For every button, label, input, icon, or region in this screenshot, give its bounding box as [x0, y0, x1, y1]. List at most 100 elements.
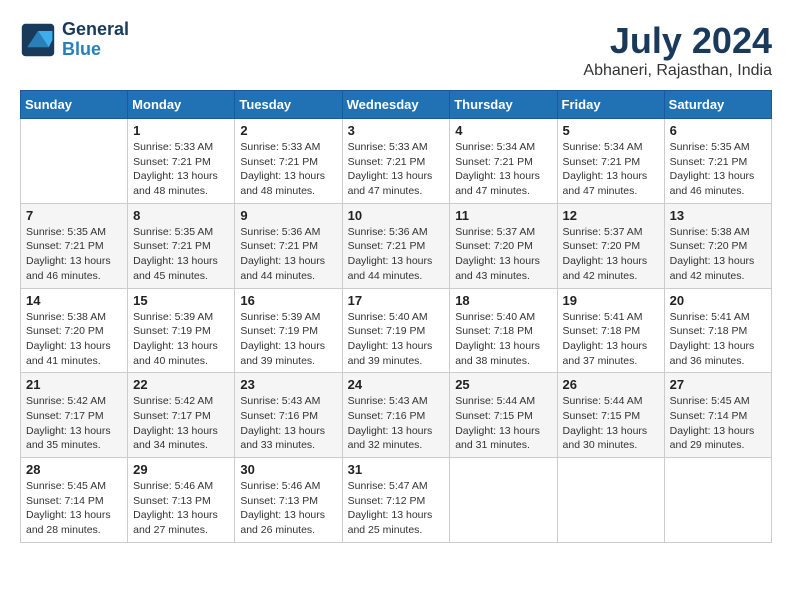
calendar-cell: 1 Sunrise: 5:33 AM Sunset: 7:21 PM Daylig… — [128, 119, 235, 204]
weekday-header-saturday: Saturday — [664, 91, 771, 119]
calendar-cell: 3 Sunrise: 5:33 AM Sunset: 7:21 PM Daylig… — [342, 119, 450, 204]
logo-line1: General — [62, 20, 129, 40]
day-number: 29 — [133, 462, 229, 477]
calendar-cell: 10 Sunrise: 5:36 AM Sunset: 7:21 PM Dayli… — [342, 203, 450, 288]
calendar-cell — [557, 458, 664, 543]
calendar-cell: 21 Sunrise: 5:42 AM Sunset: 7:17 PM Dayli… — [21, 373, 128, 458]
day-number: 11 — [455, 208, 551, 223]
day-number: 2 — [240, 123, 336, 138]
calendar-cell: 20 Sunrise: 5:41 AM Sunset: 7:18 PM Dayli… — [664, 288, 771, 373]
calendar-cell: 28Sunrise: 5:45 AM Sunset: 7:14 PM Dayli… — [21, 458, 128, 543]
calendar-cell: 8Sunrise: 5:35 AM Sunset: 7:21 PM Daylig… — [128, 203, 235, 288]
cell-info: Sunrise: 5:44 AM Sunset: 7:15 PM Dayligh… — [563, 394, 659, 453]
cell-info: Sunrise: 5:41 AM Sunset: 7:18 PM Dayligh… — [670, 310, 766, 369]
cell-info: Sunrise: 5:38 AM Sunset: 7:20 PM Dayligh… — [26, 310, 122, 369]
day-number: 5 — [563, 123, 659, 138]
cell-info: Sunrise: 5:35 AM Sunset: 7:21 PM Dayligh… — [670, 140, 766, 199]
cell-info: Sunrise: 5:33 AM Sunset: 7:21 PM Dayligh… — [240, 140, 336, 199]
calendar-table: SundayMondayTuesdayWednesdayThursdayFrid… — [20, 90, 772, 543]
calendar-cell: 18Sunrise: 5:40 AM Sunset: 7:18 PM Dayli… — [450, 288, 557, 373]
day-number: 31 — [348, 462, 445, 477]
day-number: 10 — [348, 208, 445, 223]
cell-info: Sunrise: 5:43 AM Sunset: 7:16 PM Dayligh… — [240, 394, 336, 453]
day-number: 6 — [670, 123, 766, 138]
weekday-header-friday: Friday — [557, 91, 664, 119]
calendar-header: SundayMondayTuesdayWednesdayThursdayFrid… — [21, 91, 772, 119]
day-number: 21 — [26, 377, 122, 392]
calendar-cell: 11 Sunrise: 5:37 AM Sunset: 7:20 PM Dayli… — [450, 203, 557, 288]
calendar-cell: 14 Sunrise: 5:38 AM Sunset: 7:20 PM Dayli… — [21, 288, 128, 373]
day-number: 24 — [348, 377, 445, 392]
day-number: 4 — [455, 123, 551, 138]
cell-info: Sunrise: 5:36 AM Sunset: 7:21 PM Dayligh… — [240, 225, 336, 284]
calendar-cell — [450, 458, 557, 543]
calendar-cell: 2 Sunrise: 5:33 AM Sunset: 7:21 PM Daylig… — [235, 119, 342, 204]
calendar-cell: 23 Sunrise: 5:43 AM Sunset: 7:16 PM Dayli… — [235, 373, 342, 458]
weekday-header-monday: Monday — [128, 91, 235, 119]
calendar-week-4: 21 Sunrise: 5:42 AM Sunset: 7:17 PM Dayli… — [21, 373, 772, 458]
calendar-cell: 26 Sunrise: 5:44 AM Sunset: 7:15 PM Dayli… — [557, 373, 664, 458]
month-year: July 2024 — [583, 20, 772, 62]
page-header: General Blue July 2024 Abhaneri, Rajasth… — [20, 20, 772, 80]
day-number: 7 — [26, 208, 122, 223]
calendar-cell: 4 Sunrise: 5:34 AM Sunset: 7:21 PM Daylig… — [450, 119, 557, 204]
calendar-cell: 31 Sunrise: 5:47 AM Sunset: 7:12 PM Dayli… — [342, 458, 450, 543]
day-number: 22 — [133, 377, 229, 392]
calendar-cell: 19Sunrise: 5:41 AM Sunset: 7:18 PM Dayli… — [557, 288, 664, 373]
day-number: 23 — [240, 377, 336, 392]
calendar-cell: 6 Sunrise: 5:35 AM Sunset: 7:21 PM Daylig… — [664, 119, 771, 204]
cell-info: Sunrise: 5:39 AM Sunset: 7:19 PM Dayligh… — [133, 310, 229, 369]
calendar-cell: 27Sunrise: 5:45 AM Sunset: 7:14 PM Dayli… — [664, 373, 771, 458]
cell-info: Sunrise: 5:39 AM Sunset: 7:19 PM Dayligh… — [240, 310, 336, 369]
calendar-cell: 9 Sunrise: 5:36 AM Sunset: 7:21 PM Daylig… — [235, 203, 342, 288]
cell-info: Sunrise: 5:34 AM Sunset: 7:21 PM Dayligh… — [455, 140, 551, 199]
day-number: 25 — [455, 377, 551, 392]
calendar-cell: 5 Sunrise: 5:34 AM Sunset: 7:21 PM Daylig… — [557, 119, 664, 204]
cell-info: Sunrise: 5:45 AM Sunset: 7:14 PM Dayligh… — [26, 479, 122, 538]
cell-info: Sunrise: 5:37 AM Sunset: 7:20 PM Dayligh… — [455, 225, 551, 284]
cell-info: Sunrise: 5:42 AM Sunset: 7:17 PM Dayligh… — [133, 394, 229, 453]
cell-info: Sunrise: 5:43 AM Sunset: 7:16 PM Dayligh… — [348, 394, 445, 453]
cell-info: Sunrise: 5:42 AM Sunset: 7:17 PM Dayligh… — [26, 394, 122, 453]
day-number: 12 — [563, 208, 659, 223]
day-number: 15 — [133, 293, 229, 308]
calendar-week-3: 14 Sunrise: 5:38 AM Sunset: 7:20 PM Dayli… — [21, 288, 772, 373]
day-number: 14 — [26, 293, 122, 308]
day-number: 9 — [240, 208, 336, 223]
cell-info: Sunrise: 5:34 AM Sunset: 7:21 PM Dayligh… — [563, 140, 659, 199]
day-number: 3 — [348, 123, 445, 138]
weekday-header-wednesday: Wednesday — [342, 91, 450, 119]
day-number: 20 — [670, 293, 766, 308]
cell-info: Sunrise: 5:44 AM Sunset: 7:15 PM Dayligh… — [455, 394, 551, 453]
cell-info: Sunrise: 5:33 AM Sunset: 7:21 PM Dayligh… — [133, 140, 229, 199]
calendar-cell: 13Sunrise: 5:38 AM Sunset: 7:20 PM Dayli… — [664, 203, 771, 288]
weekday-header-tuesday: Tuesday — [235, 91, 342, 119]
day-number: 1 — [133, 123, 229, 138]
logo-text: General Blue — [62, 20, 129, 60]
day-number: 27 — [670, 377, 766, 392]
location: Abhaneri, Rajasthan, India — [583, 62, 772, 80]
calendar-cell: 12Sunrise: 5:37 AM Sunset: 7:20 PM Dayli… — [557, 203, 664, 288]
calendar-cell: 22 Sunrise: 5:42 AM Sunset: 7:17 PM Dayli… — [128, 373, 235, 458]
calendar-week-2: 7 Sunrise: 5:35 AM Sunset: 7:21 PM Daylig… — [21, 203, 772, 288]
cell-info: Sunrise: 5:40 AM Sunset: 7:19 PM Dayligh… — [348, 310, 445, 369]
calendar-cell: 24 Sunrise: 5:43 AM Sunset: 7:16 PM Dayli… — [342, 373, 450, 458]
calendar-cell: 17Sunrise: 5:40 AM Sunset: 7:19 PM Dayli… — [342, 288, 450, 373]
cell-info: Sunrise: 5:47 AM Sunset: 7:12 PM Dayligh… — [348, 479, 445, 538]
calendar-cell: 29 Sunrise: 5:46 AM Sunset: 7:13 PM Dayli… — [128, 458, 235, 543]
calendar-cell: 30 Sunrise: 5:46 AM Sunset: 7:13 PM Dayli… — [235, 458, 342, 543]
cell-info: Sunrise: 5:46 AM Sunset: 7:13 PM Dayligh… — [133, 479, 229, 538]
day-number: 16 — [240, 293, 336, 308]
cell-info: Sunrise: 5:35 AM Sunset: 7:21 PM Dayligh… — [26, 225, 122, 284]
day-number: 26 — [563, 377, 659, 392]
calendar-cell: 25 Sunrise: 5:44 AM Sunset: 7:15 PM Dayli… — [450, 373, 557, 458]
day-number: 30 — [240, 462, 336, 477]
cell-info: Sunrise: 5:33 AM Sunset: 7:21 PM Dayligh… — [348, 140, 445, 199]
weekday-row: SundayMondayTuesdayWednesdayThursdayFrid… — [21, 91, 772, 119]
logo-line2: Blue — [62, 39, 101, 59]
cell-info: Sunrise: 5:46 AM Sunset: 7:13 PM Dayligh… — [240, 479, 336, 538]
calendar-cell — [21, 119, 128, 204]
cell-info: Sunrise: 5:36 AM Sunset: 7:21 PM Dayligh… — [348, 225, 445, 284]
calendar-cell: 7 Sunrise: 5:35 AM Sunset: 7:21 PM Daylig… — [21, 203, 128, 288]
day-number: 19 — [563, 293, 659, 308]
